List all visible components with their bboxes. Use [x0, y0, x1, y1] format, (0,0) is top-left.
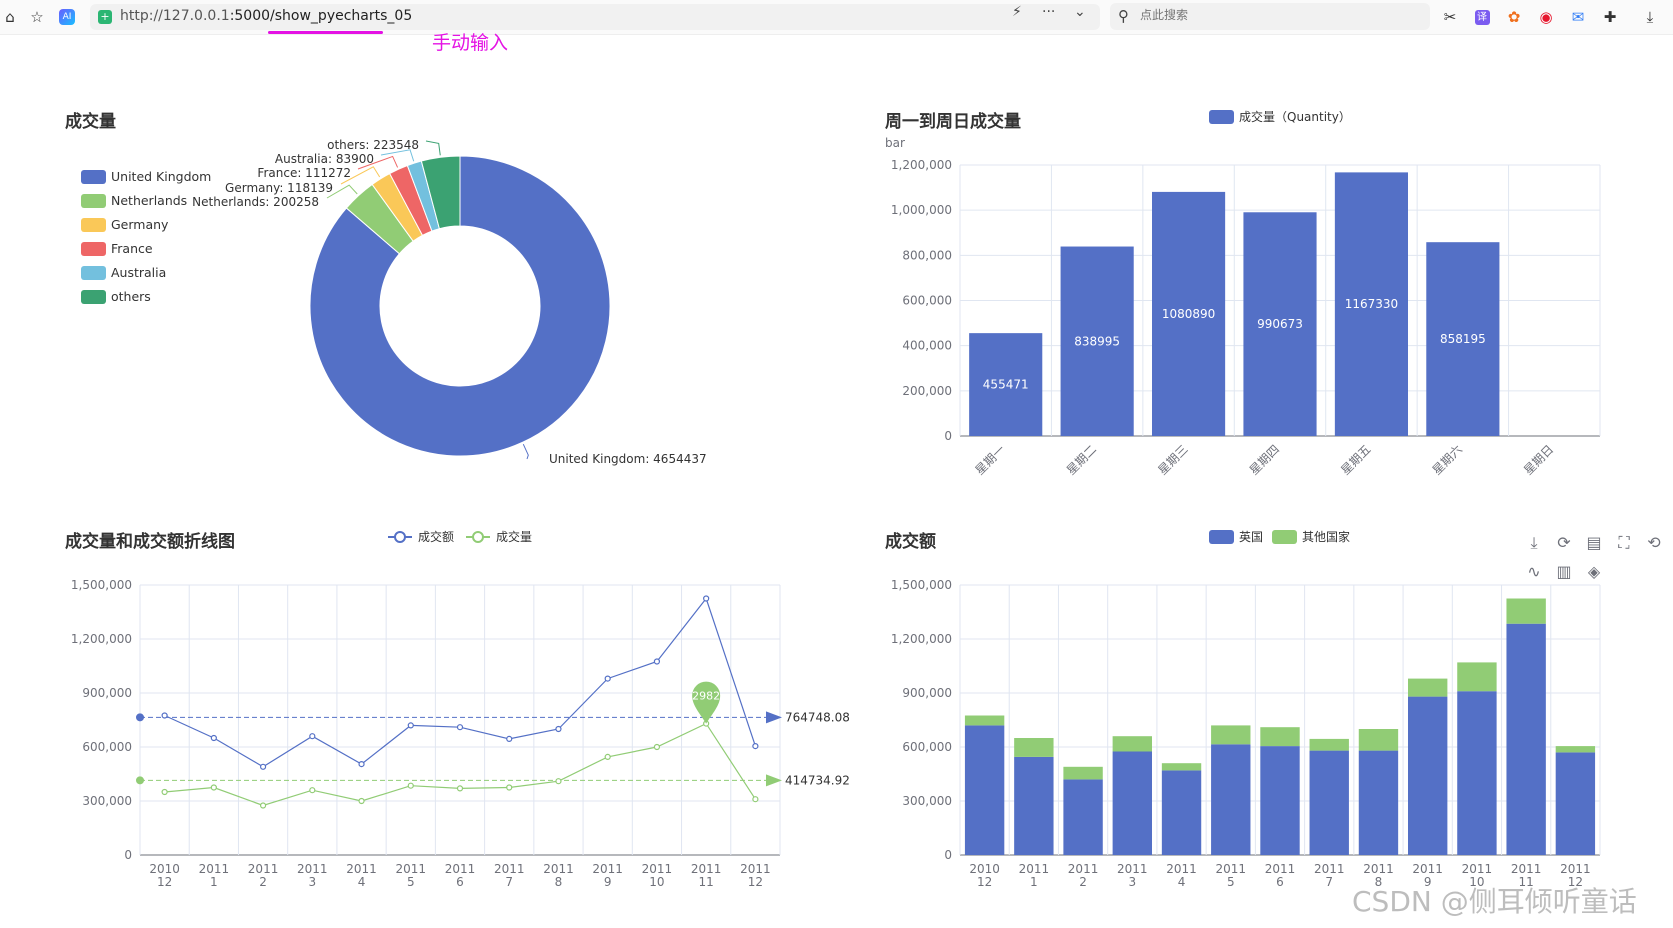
pie-chart: United Kingdom Netherlands Germany France Au…: [81, 138, 707, 466]
pie-slice-label: France: 111272: [257, 166, 351, 180]
pie-legend-swatch: [81, 242, 106, 256]
pie-legend-swatch: [81, 290, 106, 304]
pie-legend-swatch: [81, 170, 106, 184]
pie-label-line: [425, 140, 441, 156]
pie-slice-label: Germany: 118139: [225, 181, 333, 195]
pie-legend-label: Germany: [111, 217, 169, 232]
pie-legend-label: Netherlands: [111, 193, 187, 208]
pie-label-line: [522, 443, 529, 460]
pie-legend-swatch: [81, 194, 106, 208]
pie-legend-label: United Kingdom: [111, 169, 211, 184]
pie-legend-label: France: [111, 241, 153, 256]
pie-legend-swatch: [81, 218, 106, 232]
pie-slice-label: United Kingdom: 4654437: [549, 452, 707, 466]
pie-legend-label: Australia: [111, 265, 166, 280]
watermark: CSDN @侧耳倾听童话: [1352, 885, 1637, 918]
pie-slice-label: Australia: 83900: [275, 152, 374, 166]
pie-legend-label: others: [111, 289, 151, 304]
pie-slice-label: others: 223548: [327, 138, 419, 152]
pie-legend-swatch: [81, 266, 106, 280]
pie-slice-label: Netherlands: 200258: [192, 195, 319, 209]
